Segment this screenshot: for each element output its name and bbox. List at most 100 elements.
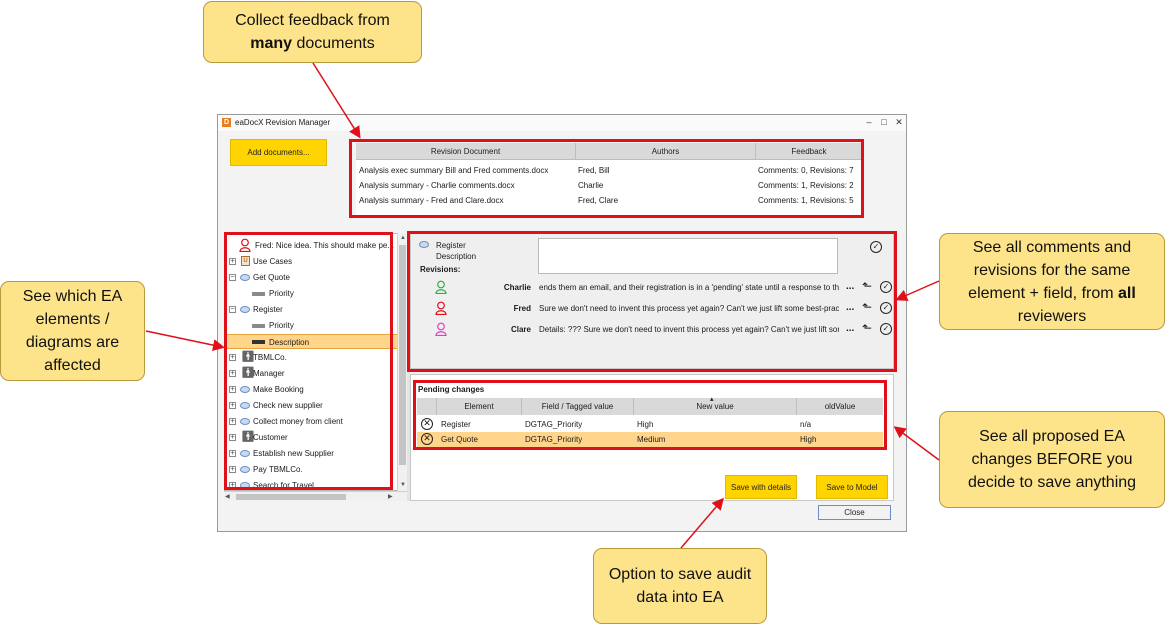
tree-item-label: Customer bbox=[253, 433, 288, 442]
document-row[interactable]: Analysis summary - Charlie comments.docx… bbox=[356, 178, 862, 193]
accept-revision-icon[interactable]: ✓ bbox=[880, 323, 892, 335]
pending-row[interactable]: ✕ Get Quote DGTAG_Priority Medium High bbox=[417, 432, 883, 447]
more-options-icon[interactable]: ... bbox=[846, 323, 854, 334]
revert-icon[interactable]: ⬑ bbox=[862, 300, 872, 314]
tree-item-pay-tbmlco[interactable]: + Pay TBMLCo. bbox=[225, 462, 406, 477]
tree-item-manager[interactable]: + 🚹︎ Manager bbox=[225, 366, 406, 381]
tree-item-label: Register bbox=[253, 305, 283, 314]
pending-old-value: n/a bbox=[800, 420, 812, 429]
pending-row[interactable]: ✕ Register DGTAG_Priority High n/a bbox=[417, 417, 883, 432]
expand-icon[interactable]: + bbox=[229, 434, 236, 441]
expand-icon[interactable]: + bbox=[229, 258, 236, 265]
scroll-left-icon[interactable]: ◀ bbox=[225, 493, 230, 501]
tree-item-make-booking[interactable]: + Make Booking bbox=[225, 382, 406, 397]
tree-item-priority[interactable]: Priority bbox=[225, 286, 406, 301]
tree-item-comment[interactable]: Fred: Nice idea. This should make pe... bbox=[225, 238, 406, 253]
revert-icon[interactable]: ⬑ bbox=[862, 321, 872, 335]
horizontal-scroll-thumb[interactable] bbox=[236, 494, 346, 500]
add-documents-button[interactable]: Add documents... bbox=[230, 139, 327, 166]
header-new-value[interactable]: New value ▴ bbox=[634, 396, 797, 415]
scroll-up-icon[interactable]: ▲ bbox=[400, 234, 406, 242]
collapse-icon[interactable]: − bbox=[229, 306, 236, 313]
tree-item-priority[interactable]: Priority bbox=[225, 318, 406, 333]
element-name: Register bbox=[436, 241, 466, 250]
tree-item-get-quote[interactable]: − Get Quote bbox=[225, 270, 406, 285]
header-field[interactable]: Field / Tagged value bbox=[522, 398, 634, 415]
revision-documents-table: Revision Document Authors Feedback Analy… bbox=[356, 143, 862, 215]
callout-elements-affected: See which EA elements / diagrams are aff… bbox=[0, 281, 145, 381]
expand-icon[interactable]: + bbox=[229, 466, 236, 473]
callout-comments-wrap: See all comments and revisions for the s… bbox=[950, 236, 1154, 328]
reject-change-icon[interactable]: ✕ bbox=[421, 433, 433, 445]
minimize-icon[interactable]: – bbox=[863, 116, 875, 129]
tree-item-search-travel[interactable]: + Search for Travel bbox=[225, 478, 406, 490]
revision-manager-window: D eaDocX Revision Manager – □ ✕ Add docu… bbox=[217, 114, 907, 532]
close-icon[interactable]: ✕ bbox=[893, 116, 905, 129]
revision-row[interactable]: Charlie ends them an email, and their re… bbox=[421, 279, 892, 297]
pending-field: DGTAG_Priority bbox=[525, 435, 583, 444]
scroll-right-icon[interactable]: ▶ bbox=[388, 493, 393, 501]
tree-item-use-cases[interactable]: + U Use Cases bbox=[225, 254, 406, 269]
scroll-down-icon[interactable]: ▼ bbox=[400, 481, 406, 489]
revision-text: Sure we don't need to invent this proces… bbox=[539, 304, 839, 313]
ellipse-icon bbox=[240, 466, 250, 473]
revision-author: Charlie bbox=[503, 283, 531, 292]
save-to-model-button[interactable]: Save to Model bbox=[816, 475, 888, 499]
callout-comments-revisions: See all comments and revisions for the s… bbox=[939, 233, 1165, 330]
expand-icon[interactable]: + bbox=[229, 386, 236, 393]
tree-item-register[interactable]: − Register bbox=[225, 302, 406, 317]
collapse-icon[interactable]: − bbox=[229, 274, 236, 281]
tree-item-label: Priority bbox=[269, 321, 294, 330]
header-element[interactable]: Element bbox=[437, 398, 522, 415]
ellipse-icon bbox=[240, 274, 250, 281]
expand-icon[interactable]: + bbox=[229, 402, 236, 409]
reject-change-icon[interactable]: ✕ bbox=[421, 418, 433, 430]
header-new-value-label: New value bbox=[696, 402, 734, 411]
expand-icon[interactable]: + bbox=[229, 418, 236, 425]
save-with-details-button[interactable]: Save with details bbox=[725, 475, 797, 499]
tree-item-label: TBMLCo. bbox=[253, 353, 287, 362]
revision-row[interactable]: Fred Sure we don't need to invent this p… bbox=[421, 300, 892, 318]
pending-new-value: High bbox=[637, 420, 654, 429]
tree-item-description[interactable]: Description bbox=[225, 334, 406, 349]
header-old-value[interactable]: oldValue bbox=[797, 398, 883, 415]
header-revision-document[interactable]: Revision Document bbox=[356, 143, 576, 160]
more-options-icon[interactable]: ... bbox=[846, 302, 854, 313]
document-row[interactable]: Analysis exec summary Bill and Fred comm… bbox=[356, 163, 862, 178]
expand-icon[interactable]: + bbox=[229, 354, 236, 361]
accept-revision-icon[interactable]: ✓ bbox=[880, 302, 892, 314]
header-authors[interactable]: Authors bbox=[576, 143, 756, 160]
close-button[interactable]: Close bbox=[818, 505, 891, 520]
tree-item-check-new-supplier[interactable]: + Check new supplier bbox=[225, 398, 406, 413]
maximize-icon[interactable]: □ bbox=[878, 116, 890, 129]
ellipse-icon bbox=[240, 482, 250, 489]
header-feedback[interactable]: Feedback bbox=[756, 143, 862, 160]
document-row[interactable]: Analysis summary - Fred and Clare.docx F… bbox=[356, 193, 862, 208]
more-options-icon[interactable]: ... bbox=[846, 281, 854, 292]
expand-icon[interactable]: + bbox=[229, 370, 236, 377]
tree-item-tbmlco[interactable]: + 🚹︎ TBMLCo. bbox=[225, 350, 406, 365]
expand-icon[interactable]: + bbox=[229, 482, 236, 489]
tree-item-collect-money[interactable]: + Collect money from client bbox=[225, 414, 406, 429]
callout-save-audit: Option to save audit data into EA bbox=[593, 548, 767, 624]
ellipse-icon bbox=[240, 386, 250, 393]
accept-comment-icon[interactable]: ✓ bbox=[870, 241, 882, 253]
revision-row[interactable]: Clare Details: ??? Sure we don't need to… bbox=[421, 321, 892, 339]
comment-textbox[interactable] bbox=[538, 238, 838, 274]
tree-item-label: Fred: Nice idea. This should make pe... bbox=[255, 241, 395, 250]
accept-revision-icon[interactable]: ✓ bbox=[880, 281, 892, 293]
tree-horizontal-scrollbar[interactable]: ◀ ▶ bbox=[224, 491, 407, 501]
callout-proposed-changes: See all proposed EA changes BEFORE you d… bbox=[939, 411, 1165, 508]
expand-icon[interactable]: + bbox=[229, 450, 236, 457]
vertical-scroll-thumb[interactable] bbox=[399, 245, 406, 465]
callout-save-text: Option to save audit data into EA bbox=[608, 566, 752, 606]
tree-item-establish-supplier[interactable]: + Establish new Supplier bbox=[225, 446, 406, 461]
tree-item-customer[interactable]: + 🚹︎ Customer bbox=[225, 430, 406, 445]
callout-collect-bold: many bbox=[250, 35, 293, 52]
tree-item-label: Make Booking bbox=[253, 385, 304, 394]
tree-item-label: Use Cases bbox=[253, 257, 293, 266]
revert-icon[interactable]: ⬑ bbox=[862, 279, 872, 293]
document-feedback: Comments: 1, Revisions: 5 bbox=[758, 196, 854, 205]
tree-vertical-scrollbar[interactable]: ▲ ▼ bbox=[397, 233, 407, 491]
revision-author: Clare bbox=[510, 325, 531, 334]
